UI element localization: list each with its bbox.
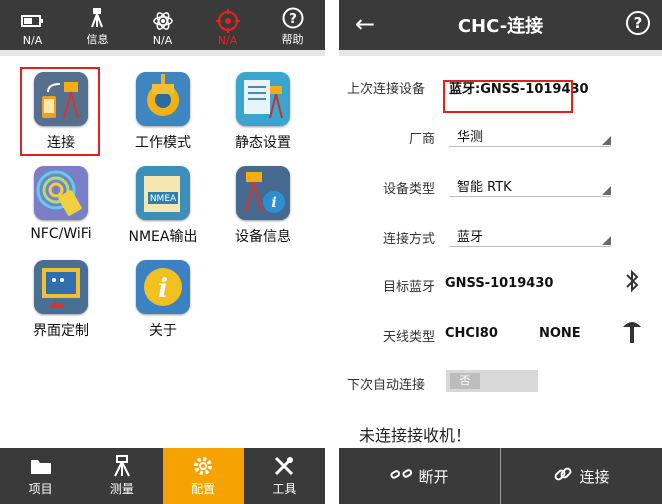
about-icon: i (136, 260, 190, 314)
dropdown-arrow-icon (602, 236, 611, 245)
battery-icon (20, 10, 45, 32)
svg-text:i: i (271, 195, 276, 211)
nfc-wifi-icon (34, 166, 88, 220)
antenna-icon[interactable] (621, 318, 643, 348)
connect-method-label: 连接方式 (382, 232, 435, 247)
help-icon[interactable]: ? (626, 11, 650, 35)
connect-form: 上次连接设备 蓝牙:GNSS-1019430 厂商 华测 设备类型 智能 RTK… (339, 56, 662, 448)
manufacturer-label: 厂商 (408, 132, 435, 147)
nav-label-config: 配置 (191, 482, 216, 496)
svg-text:i: i (158, 274, 168, 304)
disconnect-button[interactable]: 断开 (339, 448, 500, 504)
header: ← CHC-连接 ? (339, 0, 662, 50)
bluetooth-icon[interactable] (624, 268, 640, 298)
target-bt-value: GNSS-1019430 (445, 276, 554, 291)
grid-label-nmea: NMEA输出 (128, 229, 198, 245)
device-type-value: 智能 RTK (457, 180, 512, 195)
nav-project[interactable]: 项目 (0, 448, 81, 504)
survey-icon (110, 455, 134, 477)
last-device-label: 上次连接设备 (347, 82, 426, 97)
satellite-status[interactable]: N/A (130, 0, 195, 50)
link-icon (553, 464, 573, 488)
grid-label-ui-custom: 界面定制 (33, 323, 89, 339)
nav-label-survey: 测量 (109, 482, 134, 496)
folder-icon (29, 455, 53, 477)
highlight-box (443, 80, 573, 113)
antenna-value-2: NONE (539, 326, 581, 341)
dropdown-arrow-icon (602, 136, 611, 145)
connect-method-select[interactable]: 蓝牙 (449, 220, 611, 247)
help-icon: ? (281, 7, 305, 29)
bottom-nav: 项目 测量 配置 工具 (0, 448, 325, 504)
disconnect-label: 断开 (418, 467, 449, 486)
target-icon (215, 9, 240, 33)
connect-label: 连接 (579, 467, 610, 486)
separator (0, 50, 325, 56)
help-button[interactable]: ? 帮助 (260, 0, 325, 50)
grid-item-device-info[interactable]: i 设备信息 (222, 166, 304, 258)
info-label: 信息 (86, 33, 109, 46)
screen: N/A 信息 N/A N/A ? 帮助 连接 工作模式 静态设置 NFC/WiF… (0, 0, 662, 504)
nav-label-project: 项目 (28, 482, 53, 496)
grid-label-static-settings: 静态设置 (235, 135, 291, 151)
nav-survey[interactable]: 测量 (81, 448, 162, 504)
auto-connect-toggle[interactable]: 否 (446, 370, 538, 392)
battery-status[interactable]: N/A (0, 0, 65, 50)
help-label: 帮助 (281, 33, 304, 46)
grid-item-work-mode[interactable]: 工作模式 (122, 72, 204, 164)
satellite-label: N/A (152, 34, 173, 47)
connect-method-value: 蓝牙 (457, 230, 484, 245)
ui-custom-icon (34, 260, 88, 314)
selection-highlight (20, 67, 100, 156)
grid-item-about[interactable]: i 关于 (122, 260, 204, 352)
dropdown-arrow-icon (602, 186, 611, 195)
unlink-icon (390, 466, 413, 486)
action-bar: 断开 连接 (339, 448, 662, 504)
grid-item-nfc-wifi[interactable]: NFC/WiFi (20, 166, 102, 258)
status-bar: N/A 信息 N/A N/A ? 帮助 (0, 0, 325, 50)
manufacturer-value: 华测 (457, 130, 484, 145)
grid-label-work-mode: 工作模式 (135, 135, 191, 151)
toggle-state: 否 (450, 373, 480, 389)
grid-label-nfc-wifi: NFC/WiFi (30, 226, 92, 242)
auto-connect-label: 下次自动连接 (347, 378, 426, 393)
grid-item-nmea[interactable]: NMEA NMEA输出 (122, 166, 204, 258)
tools-icon (272, 455, 296, 477)
svg-text:NMEA: NMEA (150, 194, 177, 204)
connect-button[interactable]: 连接 (500, 448, 662, 504)
status-message: 未连接接收机！ (359, 426, 472, 445)
grid-label-about: 关于 (149, 323, 177, 339)
battery-label: N/A (22, 34, 43, 47)
svg-text:?: ? (289, 12, 297, 27)
nav-label-tools: 工具 (272, 482, 297, 496)
page-title: CHC-连接 (457, 16, 544, 37)
device-type-select[interactable]: 智能 RTK (449, 170, 611, 197)
nav-tools[interactable]: 工具 (244, 448, 325, 504)
position-status[interactable]: N/A (195, 0, 260, 50)
static-settings-icon (236, 72, 290, 126)
nav-config[interactable]: 配置 (162, 448, 244, 504)
grid-label-device-info: 设备信息 (235, 229, 291, 245)
grid-item-static-settings[interactable]: 静态设置 (222, 72, 304, 164)
device-info-icon: i (236, 166, 290, 220)
antenna-value: CHCI80 (445, 326, 498, 341)
grid-item-ui-custom[interactable]: 界面定制 (20, 260, 102, 352)
connect-screen: ← CHC-连接 ? 上次连接设备 蓝牙:GNSS-1019430 厂商 华测 … (339, 0, 662, 504)
receiver-icon (86, 7, 110, 29)
panel-gap (325, 0, 339, 504)
device-type-label: 设备类型 (382, 182, 435, 197)
position-label: N/A (217, 34, 238, 47)
manufacturer-select[interactable]: 华测 (449, 120, 611, 147)
target-bt-label: 目标蓝牙 (382, 280, 435, 295)
antenna-label: 天线类型 (382, 330, 435, 345)
gear-icon (136, 72, 190, 126)
satellite-icon (151, 10, 175, 32)
nmea-icon: NMEA (136, 166, 190, 220)
gear-icon (191, 455, 215, 477)
config-screen: N/A 信息 N/A N/A ? 帮助 连接 工作模式 静态设置 NFC/WiF… (0, 0, 325, 504)
receiver-info[interactable]: 信息 (65, 0, 130, 50)
